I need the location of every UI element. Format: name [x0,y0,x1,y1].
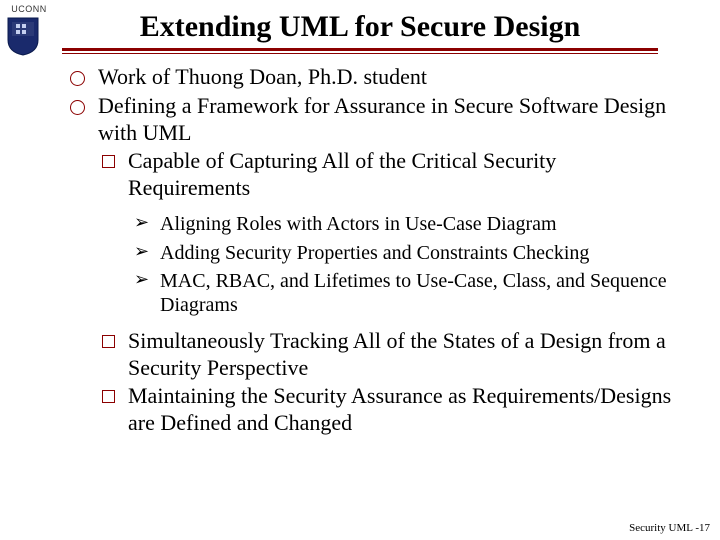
list-item: Maintaining the Security Assurance as Re… [98,383,682,437]
bullet-text: Work of Thuong Doan, Ph.D. student [98,64,427,89]
list-item: Capable of Capturing All of the Critical… [98,148,682,317]
bullet-text: Maintaining the Security Assurance as Re… [128,383,671,435]
list-item: Aligning Roles with Actors in Use-Case D… [134,212,682,236]
list-item: Adding Security Properties and Constrain… [134,241,682,265]
bullet-text: Simultaneously Tracking All of the State… [128,328,666,380]
org-name: UCONN [11,4,47,14]
list-item: Simultaneously Tracking All of the State… [98,328,682,382]
bullet-text: Adding Security Properties and Constrain… [160,242,589,264]
org-logo: UCONN [6,4,52,61]
list-item: MAC, RBAC, and Lifetimes to Use-Case, Cl… [134,269,682,318]
title-rule-thick [62,48,658,51]
slide-body: Work of Thuong Doan, Ph.D. student Defin… [0,54,720,437]
org-logo-text: UCONN [6,4,52,14]
slide-title: Extending UML for Secure Design [0,0,720,48]
shield-icon [6,16,40,56]
bullet-text: Aligning Roles with Actors in Use-Case D… [160,213,557,235]
bullet-text: MAC, RBAC, and Lifetimes to Use-Case, Cl… [160,270,667,316]
bullet-text: Capable of Capturing All of the Critical… [128,148,556,200]
slide-footer: Security UML -17 [629,522,710,534]
list-item: Work of Thuong Doan, Ph.D. student [70,64,682,91]
list-item: Defining a Framework for Assurance in Se… [70,93,682,437]
bullet-text: Defining a Framework for Assurance in Se… [98,93,666,145]
